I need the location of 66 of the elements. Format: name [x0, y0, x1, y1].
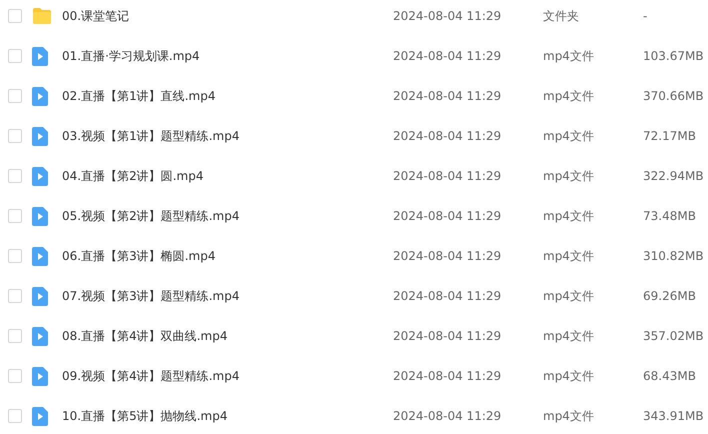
- file-size: 343.91MB: [643, 409, 705, 423]
- file-size: 72.17MB: [643, 129, 697, 143]
- modified-date: 2024-08-04 11:29: [393, 289, 502, 303]
- file-name[interactable]: 02.直播【第1讲】直线.mp4: [62, 88, 393, 104]
- modified-date: 2024-08-04 11:29: [393, 329, 502, 343]
- file-name[interactable]: 06.直播【第3讲】椭圆.mp4: [62, 248, 393, 264]
- checkbox[interactable]: [8, 49, 22, 63]
- checkbox[interactable]: [8, 369, 22, 383]
- file-type: mp4文件: [543, 88, 595, 104]
- file-size: 73.48MB: [643, 209, 697, 223]
- file-type: mp4文件: [543, 168, 595, 184]
- checkbox[interactable]: [8, 89, 22, 103]
- file-type: mp4文件: [543, 128, 595, 144]
- video-file-icon: [32, 46, 48, 66]
- file-size: 310.82MB: [643, 249, 705, 263]
- modified-date: 2024-08-04 11:29: [393, 49, 502, 63]
- file-type: mp4文件: [543, 328, 595, 344]
- modified-date: 2024-08-04 11:29: [393, 369, 502, 383]
- modified-date: 2024-08-04 11:29: [393, 409, 502, 423]
- modified-date: 2024-08-04 11:29: [393, 129, 502, 143]
- file-size: 322.94MB: [643, 169, 705, 183]
- checkbox[interactable]: [8, 169, 22, 183]
- folder-icon: [32, 7, 52, 25]
- file-size: 68.43MB: [643, 369, 697, 383]
- video-file-icon: [32, 86, 48, 106]
- video-file-icon: [32, 326, 48, 346]
- file-size: 357.02MB: [643, 329, 705, 343]
- file-type: mp4文件: [543, 408, 595, 424]
- video-file-icon: [32, 166, 48, 186]
- file-size: 69.26MB: [643, 289, 697, 303]
- modified-date: 2024-08-04 11:29: [393, 89, 502, 103]
- file-name[interactable]: 09.视频【第4讲】题型精练.mp4: [62, 368, 393, 384]
- file-name[interactable]: 00.课堂笔记: [62, 8, 393, 24]
- file-name[interactable]: 01.直播·学习规划课.mp4: [62, 48, 393, 64]
- file-size: 370.66MB: [643, 89, 705, 103]
- file-name[interactable]: 07.视频【第3讲】题型精练.mp4: [62, 288, 393, 304]
- file-name[interactable]: 05.视频【第2讲】题型精练.mp4: [62, 208, 393, 224]
- video-file-icon: [32, 406, 48, 426]
- video-file-icon: [32, 206, 48, 226]
- file-name[interactable]: 03.视频【第1讲】题型精练.mp4: [62, 128, 393, 144]
- file-type: mp4文件: [543, 48, 595, 64]
- modified-date: 2024-08-04 11:29: [393, 9, 502, 23]
- video-file-icon: [32, 366, 48, 386]
- file-size: 103.67MB: [643, 49, 705, 63]
- checkbox[interactable]: [8, 9, 22, 23]
- file-type: mp4文件: [543, 208, 595, 224]
- checkbox[interactable]: [8, 209, 22, 223]
- file-size: -: [643, 9, 648, 23]
- modified-date: 2024-08-04 11:29: [393, 209, 502, 223]
- file-name[interactable]: 08.直播【第4讲】双曲线.mp4: [62, 328, 393, 344]
- file-type: mp4文件: [543, 368, 595, 384]
- checkbox[interactable]: [8, 329, 22, 343]
- checkbox[interactable]: [8, 129, 22, 143]
- video-file-icon: [32, 286, 48, 306]
- modified-date: 2024-08-04 11:29: [393, 249, 502, 263]
- file-name[interactable]: 04.直播【第2讲】圆.mp4: [62, 168, 393, 184]
- video-file-icon: [32, 126, 48, 146]
- checkbox[interactable]: [8, 409, 22, 423]
- file-type: mp4文件: [543, 288, 595, 304]
- file-type: 文件夹: [543, 8, 580, 24]
- checkbox[interactable]: [8, 289, 22, 303]
- modified-date: 2024-08-04 11:29: [393, 169, 502, 183]
- file-name[interactable]: 10.直播【第5讲】抛物线.mp4: [62, 408, 393, 424]
- video-file-icon: [32, 246, 48, 266]
- file-type: mp4文件: [543, 248, 595, 264]
- checkbox[interactable]: [8, 249, 22, 263]
